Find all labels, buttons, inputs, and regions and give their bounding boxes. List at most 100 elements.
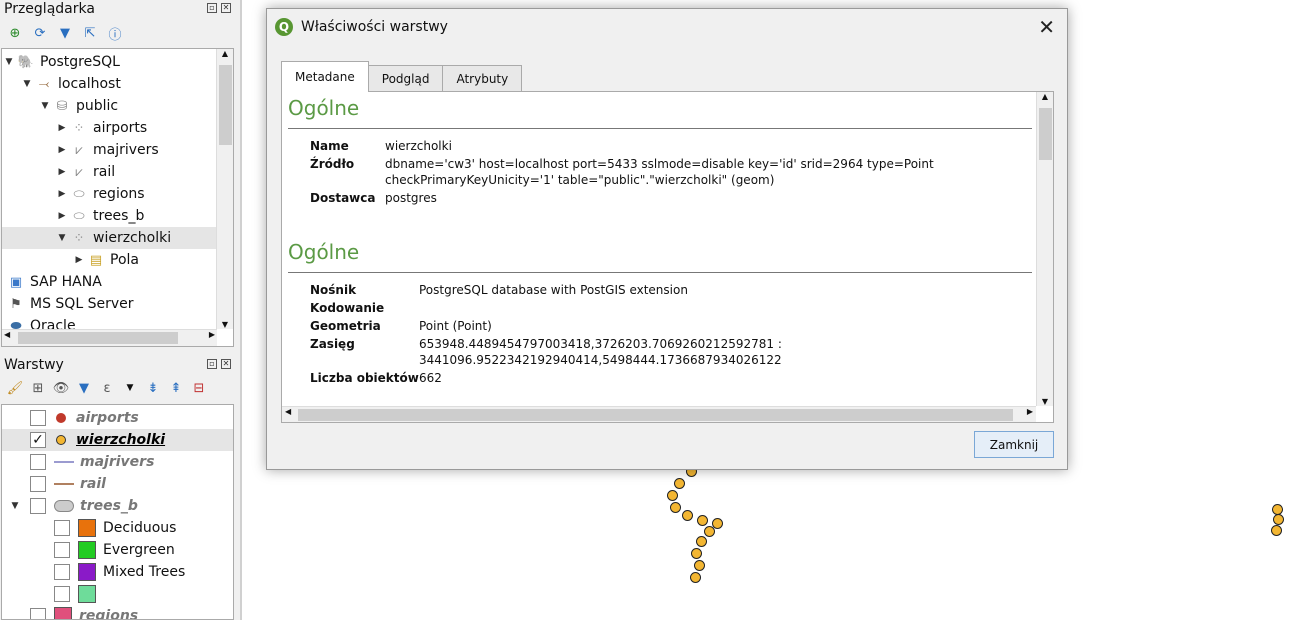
tab-metadane[interactable]: Metadane bbox=[281, 61, 369, 92]
remove-layer-icon[interactable]: ⊟ bbox=[190, 379, 208, 397]
scroll-down-arrow-icon[interactable]: ▼ bbox=[1037, 397, 1053, 406]
collapse-all-icon[interactable]: ⇞ bbox=[167, 379, 185, 397]
layer-checkbox[interactable] bbox=[30, 454, 46, 470]
expand-arrow-icon[interactable]: ▼ bbox=[20, 79, 34, 89]
layer-item-rail[interactable]: rail bbox=[30, 473, 106, 495]
browser-vertical-scrollbar[interactable]: ▲ ▼ bbox=[216, 49, 233, 329]
float-panel-button[interactable]: ▫ bbox=[207, 359, 217, 369]
content-horizontal-scrollbar[interactable]: ◀ ▶ bbox=[282, 406, 1036, 422]
layer-checkbox[interactable] bbox=[30, 476, 46, 492]
tree-item-sap-hana[interactable]: ▣ SAP HANA bbox=[6, 271, 102, 293]
scroll-thumb[interactable] bbox=[298, 409, 1013, 421]
scroll-up-arrow-icon[interactable]: ▲ bbox=[217, 49, 233, 58]
tree-item-rail[interactable]: ▶ ⩗ rail bbox=[55, 161, 116, 183]
collapse-arrow-icon[interactable]: ▶ bbox=[72, 255, 86, 265]
tree-item-wierzcholki[interactable]: ▼ ⁘ wierzcholki bbox=[2, 227, 217, 249]
field-value: wierzcholki bbox=[385, 139, 452, 153]
legend-checkbox[interactable] bbox=[54, 564, 70, 580]
tree-item-public[interactable]: ▼ ⛁ public bbox=[38, 95, 119, 117]
tab-atrybuty[interactable]: Atrybuty bbox=[442, 65, 523, 92]
field-value: checkPrimaryKeyUnicity='1' table="public… bbox=[385, 173, 775, 187]
float-panel-button[interactable]: ▫ bbox=[207, 3, 217, 13]
tab-podglad[interactable]: Podgląd bbox=[367, 65, 444, 92]
layer-item-wierzcholki[interactable]: ✓ wierzcholki bbox=[2, 429, 233, 451]
scroll-thumb[interactable] bbox=[1039, 108, 1052, 160]
refresh-icon[interactable]: ⟳ bbox=[31, 24, 49, 42]
tree-item-postgresql[interactable]: ▼ 🐘 PostgreSQL bbox=[2, 51, 120, 73]
expand-arrow-icon[interactable]: ▼ bbox=[55, 233, 69, 243]
expand-all-icon[interactable]: ⇟ bbox=[144, 379, 162, 397]
layer-checkbox[interactable] bbox=[30, 608, 46, 619]
collapse-arrow-icon[interactable]: ▶ bbox=[55, 189, 69, 199]
visibility-eye-icon[interactable]: 👁 bbox=[52, 379, 70, 397]
layer-checkbox[interactable]: ✓ bbox=[30, 432, 46, 448]
map-point bbox=[690, 572, 701, 583]
legend-checkbox[interactable] bbox=[54, 520, 70, 536]
legend-item-evergreen[interactable]: Evergreen bbox=[54, 539, 175, 561]
scroll-right-arrow-icon[interactable]: ▶ bbox=[1027, 407, 1033, 416]
expand-arrow-icon[interactable]: ▼ bbox=[2, 57, 16, 67]
scroll-left-arrow-icon[interactable]: ◀ bbox=[4, 330, 10, 339]
tree-item-trees_b[interactable]: ▶ ⬭ trees_b bbox=[55, 205, 145, 227]
legend-item-deciduous[interactable]: Deciduous bbox=[54, 517, 176, 539]
tree-item-regions[interactable]: ▶ ⬭ regions bbox=[55, 183, 145, 205]
layer-label: wierzcholki bbox=[76, 432, 166, 448]
point-layer-icon: ⁘ bbox=[73, 230, 85, 246]
expression-filter-icon[interactable]: ε bbox=[98, 379, 116, 397]
tree-item-majrivers[interactable]: ▶ ⩗ majrivers bbox=[55, 139, 159, 161]
field-label: Kodowanie bbox=[310, 301, 385, 315]
info-icon[interactable]: ⓘ bbox=[106, 24, 124, 43]
layer-item-trees_b[interactable]: ▼ trees_b bbox=[8, 495, 138, 517]
dropdown-arrow-icon[interactable]: ▼ bbox=[121, 379, 139, 397]
tree-item-mssql[interactable]: ⚑ MS SQL Server bbox=[6, 293, 133, 315]
map-point bbox=[667, 490, 678, 501]
layer-checkbox[interactable] bbox=[30, 410, 46, 426]
collapse-all-icon[interactable]: ⇱ bbox=[81, 24, 99, 42]
line-layer-icon: ⩗ bbox=[75, 142, 83, 158]
browser-panel-title: Przeglądarka bbox=[4, 1, 95, 17]
style-brush-icon[interactable]: 🖌 bbox=[6, 379, 24, 397]
scroll-thumb[interactable] bbox=[18, 332, 178, 344]
layer-item-regions[interactable]: regions bbox=[30, 605, 138, 619]
legend-checkbox[interactable] bbox=[54, 586, 70, 602]
collapse-arrow-icon[interactable]: ▶ bbox=[55, 123, 69, 133]
close-icon[interactable]: ✕ bbox=[1038, 15, 1055, 39]
layer-properties-dialog: Q Właściwości warstwy ✕ Metadane Podgląd… bbox=[266, 8, 1068, 470]
add-layer-icon[interactable]: ⊕ bbox=[6, 24, 24, 42]
scroll-down-arrow-icon[interactable]: ▼ bbox=[217, 320, 233, 329]
expand-arrow-icon[interactable]: ▼ bbox=[38, 101, 52, 111]
scroll-left-arrow-icon[interactable]: ◀ bbox=[285, 407, 291, 416]
dialog-tabs: Metadane Podgląd Atrybuty bbox=[281, 61, 523, 92]
filter-icon[interactable]: ▼ bbox=[75, 379, 93, 397]
layers-panel-title: Warstwy bbox=[4, 357, 64, 373]
browser-horizontal-scrollbar[interactable]: ◀ ▶ bbox=[2, 329, 217, 346]
tree-item-label: rail bbox=[93, 164, 116, 180]
layer-item-airports[interactable]: airports bbox=[30, 407, 139, 429]
legend-swatch bbox=[78, 563, 96, 581]
close-panel-button[interactable]: ✕ bbox=[221, 359, 231, 369]
tree-item-label: majrivers bbox=[93, 142, 159, 158]
legend-item-mixed-trees[interactable]: Mixed Trees bbox=[54, 561, 185, 583]
add-group-icon[interactable]: ⊞ bbox=[29, 379, 47, 397]
expand-arrow-icon[interactable]: ▼ bbox=[8, 501, 22, 511]
field-value: dbname='cw3' host=localhost port=5433 ss… bbox=[385, 157, 934, 171]
collapse-arrow-icon[interactable]: ▶ bbox=[55, 211, 69, 221]
legend-checkbox[interactable] bbox=[54, 542, 70, 558]
collapse-arrow-icon[interactable]: ▶ bbox=[55, 167, 69, 177]
scroll-right-arrow-icon[interactable]: ▶ bbox=[209, 330, 215, 339]
scroll-thumb[interactable] bbox=[219, 65, 232, 145]
content-vertical-scrollbar[interactable]: ▲ ▼ bbox=[1036, 92, 1053, 406]
collapse-arrow-icon[interactable]: ▶ bbox=[55, 145, 69, 155]
tree-item-localhost[interactable]: ▼ ⤙ localhost bbox=[20, 73, 121, 95]
filter-icon[interactable]: ▼ bbox=[56, 24, 74, 42]
close-button[interactable]: Zamknij bbox=[974, 431, 1054, 458]
tree-item-label: wierzcholki bbox=[93, 230, 172, 246]
layer-checkbox[interactable] bbox=[30, 498, 46, 514]
close-panel-button[interactable]: ✕ bbox=[221, 3, 231, 13]
field-value: 662 bbox=[419, 371, 442, 385]
legend-item-other[interactable] bbox=[54, 583, 103, 605]
tree-item-airports[interactable]: ▶ ⁘ airports bbox=[55, 117, 148, 139]
layer-item-majrivers[interactable]: majrivers bbox=[30, 451, 154, 473]
scroll-up-arrow-icon[interactable]: ▲ bbox=[1037, 92, 1053, 101]
tree-item-pola[interactable]: ▶ ▤ Pola bbox=[72, 249, 139, 271]
